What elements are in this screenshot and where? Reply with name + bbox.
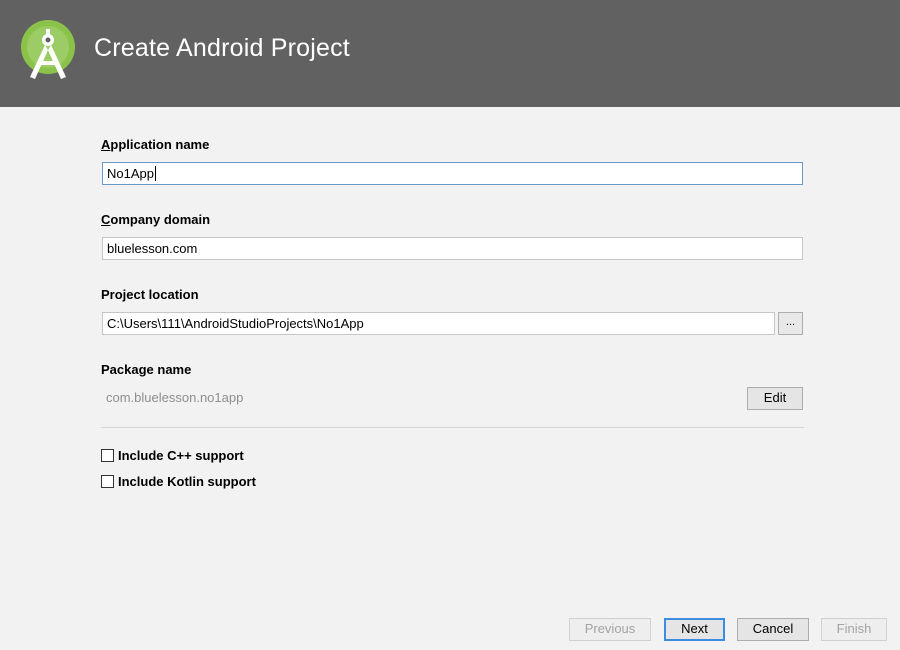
package-name-label: Package name [101,362,192,377]
dialog-header: Create Android Project [0,0,900,107]
project-location-input[interactable]: C:\Users\111\AndroidStudioProjects\No1Ap… [102,312,775,335]
include-kotlin-option[interactable]: Include Kotlin support [101,474,256,489]
project-location-label: Project location [101,287,199,302]
dialog-title: Create Android Project [94,34,350,62]
browse-button[interactable]: ... [778,312,803,335]
company-domain-label: Company domain [101,212,211,227]
previous-button[interactable]: Previous [569,618,651,641]
next-button[interactable]: Next [664,618,725,641]
android-studio-logo-icon [21,20,75,79]
company-domain-input[interactable]: bluelesson.com [102,237,803,260]
finish-button[interactable]: Finish [821,618,887,641]
include-cpp-option[interactable]: Include C++ support [101,448,244,463]
cancel-button[interactable]: Cancel [737,618,809,641]
application-name-label: Application name [101,137,210,152]
package-name-value: com.bluelesson.no1app [106,390,244,405]
edit-package-button[interactable]: Edit [747,387,803,410]
include-cpp-label: Include C++ support [118,448,244,463]
separator [101,427,804,428]
include-kotlin-checkbox[interactable] [101,475,114,488]
include-kotlin-label: Include Kotlin support [118,474,256,489]
text-caret [154,166,156,181]
include-cpp-checkbox[interactable] [101,449,114,462]
application-name-input[interactable]: No1App [102,162,803,185]
